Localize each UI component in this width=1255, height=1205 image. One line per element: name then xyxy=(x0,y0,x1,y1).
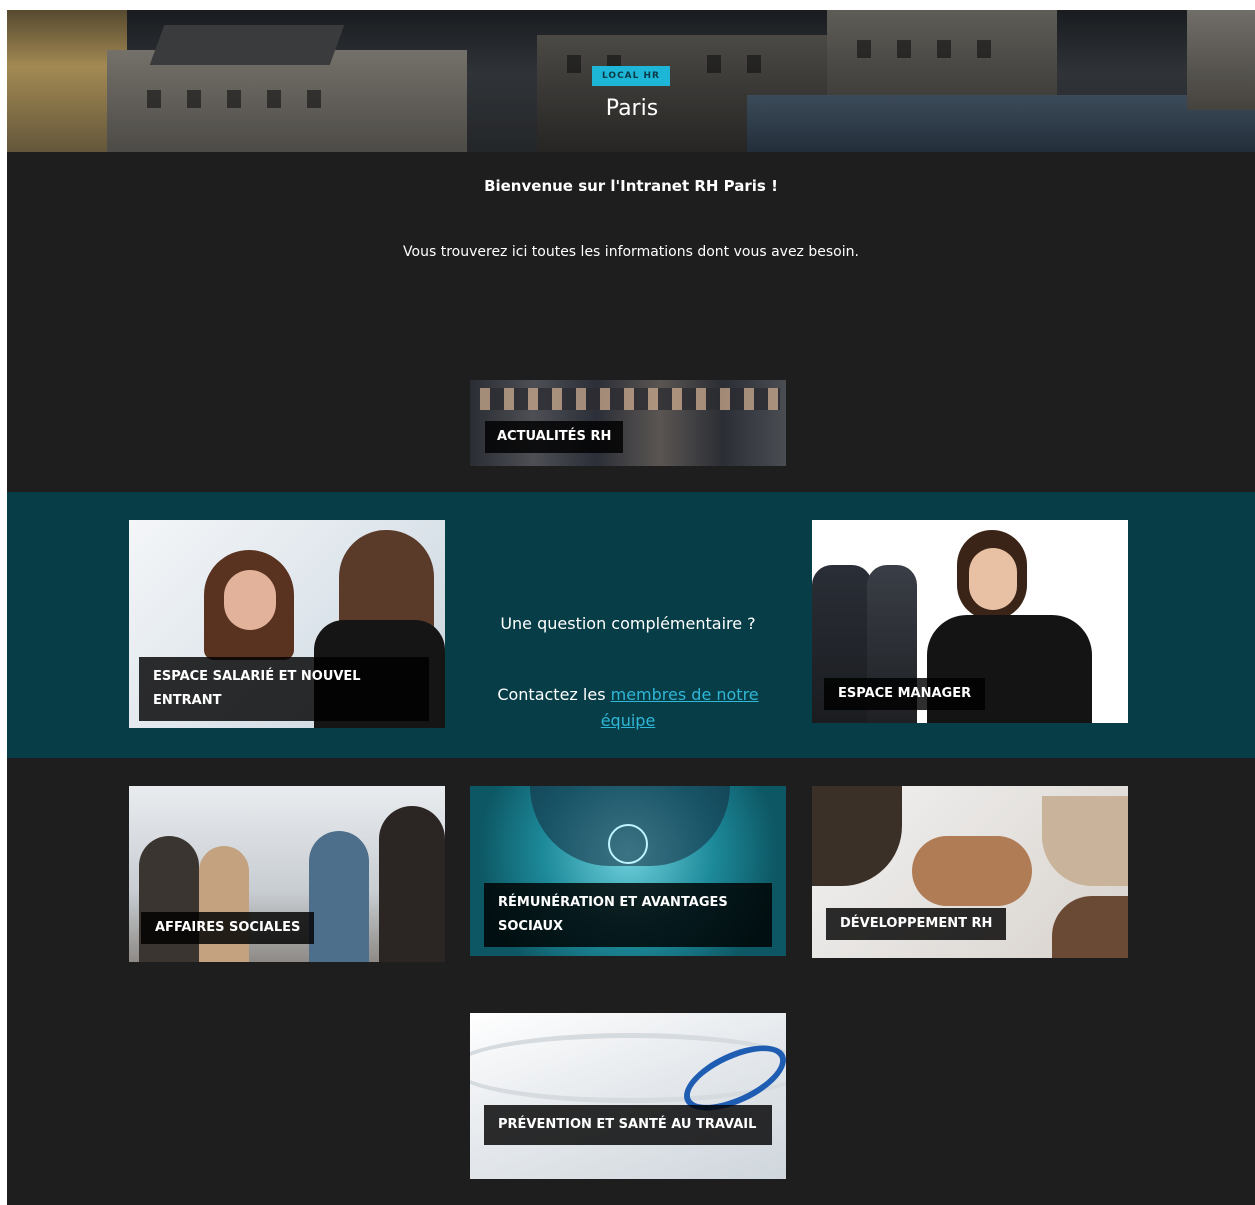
network-icon xyxy=(608,824,648,864)
page: LOCAL HR Paris Bienvenue sur l'Intranet … xyxy=(7,10,1255,1205)
tile-label: ESPACE MANAGER xyxy=(824,678,986,710)
team-members-link[interactable]: membres de notre équipe xyxy=(601,685,759,730)
contact-text: Contactez les membres de notre équipe xyxy=(470,682,786,734)
team-photo xyxy=(480,388,780,410)
tile-label: RÉMUNÉRATION ET AVANTAGES SOCIAUX xyxy=(484,883,772,947)
tile-label: DÉVELOPPEMENT RH xyxy=(826,908,1007,940)
face-shape xyxy=(969,548,1017,610)
page-title: Paris xyxy=(605,96,659,121)
tile-espace-salarie[interactable]: ESPACE SALARIÉ ET NOUVEL ENTRANT xyxy=(129,520,445,728)
tile-label: AFFAIRES SOCIALES xyxy=(141,912,315,944)
welcome-heading: Bienvenue sur l'Intranet RH Paris ! xyxy=(484,177,778,195)
hero-banner: LOCAL HR Paris xyxy=(7,10,1255,152)
tile-label: ACTUALITÉS RH xyxy=(485,421,624,453)
tile-prevention-sante[interactable]: PRÉVENTION ET SANTÉ AU TRAVAIL xyxy=(470,1013,786,1179)
local-hr-badge: LOCAL HR xyxy=(592,66,670,86)
tile-espace-manager[interactable]: ESPACE MANAGER xyxy=(812,520,1128,723)
person-photo xyxy=(379,806,445,962)
tile-label: ESPACE SALARIÉ ET NOUVEL ENTRANT xyxy=(139,657,429,721)
tile-actualites-rh[interactable]: ACTUALITÉS RH xyxy=(470,380,786,466)
hands-photo xyxy=(912,836,1032,906)
welcome-subtitle: Vous trouverez ici toutes les informatio… xyxy=(403,244,859,260)
person-photo xyxy=(1042,796,1128,886)
person-photo xyxy=(1052,896,1128,958)
tile-remuneration[interactable]: RÉMUNÉRATION ET AVANTAGES SOCIAUX xyxy=(470,786,786,956)
face-shape xyxy=(224,570,276,630)
tile-label: PRÉVENTION ET SANTÉ AU TRAVAIL xyxy=(484,1105,772,1145)
person-photo xyxy=(812,786,902,886)
tile-affaires-sociales[interactable]: AFFAIRES SOCIALES xyxy=(129,786,445,962)
question-text: Une question complémentaire ? xyxy=(500,614,756,633)
person-photo xyxy=(309,831,369,962)
tile-developpement-rh[interactable]: DÉVELOPPEMENT RH xyxy=(812,786,1128,958)
contact-prefix: Contactez les xyxy=(497,685,611,704)
person-photo xyxy=(199,846,249,962)
